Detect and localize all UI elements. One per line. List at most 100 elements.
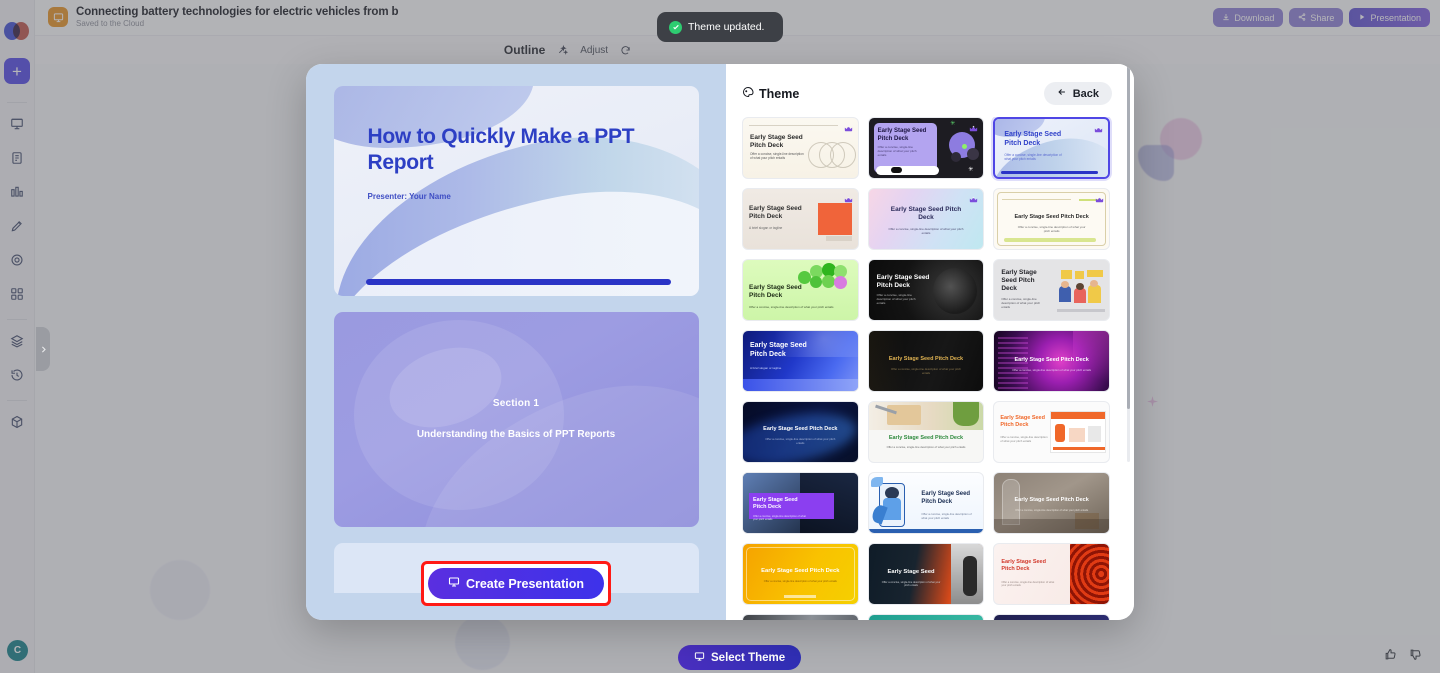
theme-card-description: Offer a concise, single-line description… — [1017, 225, 1086, 233]
premium-crown-icon — [843, 121, 854, 132]
create-presentation-label: Create Presentation — [465, 576, 585, 591]
theme-card-description: Offer a concise, single-line description… — [750, 152, 804, 161]
theme-card[interactable]: Early Stage Seed Pitch Deck Offer a conci… — [993, 543, 1110, 605]
slide1-content: How to Quickly Make a PPT Report Present… — [368, 124, 699, 201]
slide-preview-2[interactable]: Section 1 Understanding the Basics of PP… — [333, 312, 699, 527]
premium-crown-icon — [968, 192, 979, 203]
theme-card[interactable]: Early Stage Seed Pitch Deck Offer a conci… — [867, 330, 985, 392]
slide-preview-1[interactable]: How to Quickly Make a PPT Report Present… — [333, 86, 699, 296]
toast-notification: Theme updated. — [657, 12, 783, 42]
back-button[interactable]: Back — [1043, 82, 1112, 105]
theme-card[interactable]: Early Stage Seed Pitch Deck Offer a conci… — [993, 117, 1110, 179]
slide1-title: How to Quickly Make a PPT Report — [367, 125, 635, 175]
theme-card-title: Early Stage Seed Pitch Deck — [888, 435, 964, 441]
theme-card-title: Early Stage Seed Pitch Deck — [921, 491, 971, 505]
back-label: Back — [1072, 87, 1099, 100]
theme-card-title: Early Stage Seed Pitch Deck — [763, 426, 838, 432]
theme-selection-modal: How to Quickly Make a PPT Report Present… — [306, 64, 1134, 620]
theme-card-description: Offer a concise, single-line description… — [921, 512, 972, 520]
theme-card[interactable]: Early Stage Seed Pitch Deck Offer a conci… — [867, 259, 985, 321]
theme-card[interactable]: Early Stage Seed Pitch Deck Offer a conci… — [993, 188, 1110, 250]
theme-card-description: Offer a concise, single-line description… — [1012, 368, 1092, 372]
theme-pane-title: Theme — [742, 86, 799, 101]
create-presentation-area: Create Presentation — [306, 561, 726, 606]
presentation-board-icon — [448, 576, 460, 591]
premium-crown-icon — [1094, 192, 1105, 203]
theme-card[interactable]: Early Stage Seed Pitch Deck A brief sloga… — [742, 188, 859, 250]
theme-card-description: Offer a concise, single-line description… — [1001, 581, 1055, 588]
premium-crown-icon — [1093, 122, 1104, 133]
theme-card-description: Offer a concise, single-line description… — [1000, 435, 1048, 443]
feedback-controls — [1384, 648, 1422, 666]
theme-pane-header: Theme Back — [742, 82, 1124, 105]
theme-card[interactable]: Early Stage Seed Pitch Deck Offer a conci… — [742, 259, 859, 321]
theme-card-title: Early Stage Seed Pitch Deck — [749, 284, 802, 300]
theme-card[interactable]: Early Stage Seed Pitch Deck Offer a conci… — [742, 543, 859, 605]
theme-card-title: Early Stage Seed Pitch Deck — [749, 205, 802, 221]
create-presentation-button[interactable]: Create Presentation — [427, 568, 605, 599]
slide-preview-pane: How to Quickly Make a PPT Report Present… — [306, 64, 726, 620]
theme-card[interactable]: Early Stage Seed Pitch Deck Offer a conci… — [742, 472, 859, 534]
theme-card-description: A brief slogan or tagline — [749, 226, 783, 230]
theme-card-title: Early Stage Seed Pitch Deck — [750, 342, 807, 358]
theme-card-description: Offer a concise, single-line description… — [765, 437, 836, 445]
select-theme-label: Select Theme — [711, 651, 786, 664]
theme-card-description: Offer a concise, single-line description… — [763, 580, 837, 583]
theme-card-title: Early Stage Seed Pitch Deck — [1001, 559, 1046, 572]
theme-card-description: Offer a concise, single-line description… — [888, 227, 964, 235]
theme-card[interactable]: Early Stage Seed Pitch Deck Offer a conci… — [993, 401, 1110, 463]
theme-card[interactable]: Early Stage Seed Pitch Deck Offer a conci… — [867, 401, 985, 463]
slide2-content: Section 1 Understanding the Basics of PP… — [334, 398, 699, 443]
theme-card-description: A brief slogan or tagline — [750, 366, 782, 370]
select-theme-button[interactable]: Select Theme — [678, 645, 802, 670]
theme-card[interactable]: Early Stage Seed Pitch Deck Offer a conci… — [993, 330, 1110, 392]
toast-message: Theme updated. — [688, 21, 765, 33]
chevron-right-icon — [41, 345, 46, 353]
theme-card[interactable]: Early Stage Seed Pitch Deck A brief sloga… — [742, 330, 859, 392]
theme-card-description: Offer a concise, single-line description… — [881, 581, 941, 588]
palette-icon — [742, 86, 754, 101]
theme-card-title: Early Stage Seed Pitch Deck — [1001, 269, 1037, 293]
theme-card-title: Early Stage Seed — [887, 569, 935, 575]
theme-card-title: Early Stage Seed Pitch Deck — [877, 128, 927, 142]
theme-card[interactable]: Early Stage Seed Pitch Deck Offer a conci… — [993, 259, 1110, 321]
theme-card-description: Offer a concise, single-line description… — [891, 367, 961, 375]
theme-card-title: Early Stage Seed Pitch Deck — [1004, 131, 1062, 147]
theme-card[interactable]: Early Stage Seed Offer a concise, single-… — [867, 543, 985, 605]
theme-card-title: Early Stage Seed Pitch Deck — [1014, 357, 1089, 363]
theme-card[interactable] — [867, 614, 985, 620]
thumbs-down-icon[interactable] — [1409, 648, 1422, 666]
theme-card-title: Early Stage Seed Pitch Deck — [1014, 214, 1089, 220]
theme-card-description: Offer a concise, single-line description… — [1015, 509, 1089, 512]
select-theme-board-icon — [694, 651, 705, 665]
theme-title-text: Theme — [759, 86, 800, 101]
theme-card[interactable]: Early Stage Seed Pitch Deck Offer a conci… — [993, 472, 1110, 534]
theme-pane: Theme Back Early Stage Seed Pitch Deck Of… — [726, 64, 1134, 620]
theme-card-description: Offer a concise, single-line description… — [749, 305, 834, 309]
theme-grid-scroll[interactable]: Early Stage Seed Pitch Deck Offer a conci… — [742, 117, 1124, 620]
theme-card[interactable]: Early Stage Seed Pitch Deck Offer a conci… — [742, 401, 859, 463]
theme-scrollbar-thumb[interactable] — [1127, 64, 1130, 409]
create-presentation-highlight: Create Presentation — [420, 561, 612, 606]
theme-card-title: Early Stage Seed Pitch Deck — [750, 134, 803, 150]
premium-crown-icon — [968, 121, 979, 132]
theme-card[interactable]: Early Stage Seed Pitch Deck Offer a conci… — [742, 117, 859, 179]
theme-card-title: Early Stage Seed Pitch Deck — [888, 356, 964, 362]
thumbs-up-icon[interactable] — [1384, 648, 1397, 666]
theme-card-description: Offer a concise, single-line description… — [877, 145, 917, 157]
theme-grid: Early Stage Seed Pitch Deck Offer a conci… — [742, 117, 1110, 620]
theme-card[interactable]: Early Stage Seed Pitch Deck Offer a conci… — [867, 188, 985, 250]
theme-card[interactable] — [742, 614, 859, 620]
theme-card[interactable]: Early Stage Seed Pitch Deck Offer a conci… — [867, 472, 985, 534]
theme-card-title: Early Stage Seed Pitch Deck — [876, 274, 930, 290]
theme-card-description: Offer a concise, single-line description… — [1001, 297, 1041, 309]
slide1-presenter: Presenter: Your Name — [367, 191, 451, 201]
theme-card[interactable]: ✳ ✳ Early Stage Seed Pitch Deck Offer a con… — [867, 117, 985, 179]
theme-card[interactable] — [993, 614, 1110, 620]
arrow-left-icon — [1057, 87, 1067, 100]
theme-card-description: Offer a concise, single-line description… — [886, 445, 966, 449]
theme-card-description: Offer a concise, single-line description… — [753, 515, 806, 522]
panel-expand-handle[interactable] — [36, 327, 50, 371]
premium-crown-icon — [843, 192, 854, 203]
slide2-section-label: Section 1 — [492, 398, 540, 409]
